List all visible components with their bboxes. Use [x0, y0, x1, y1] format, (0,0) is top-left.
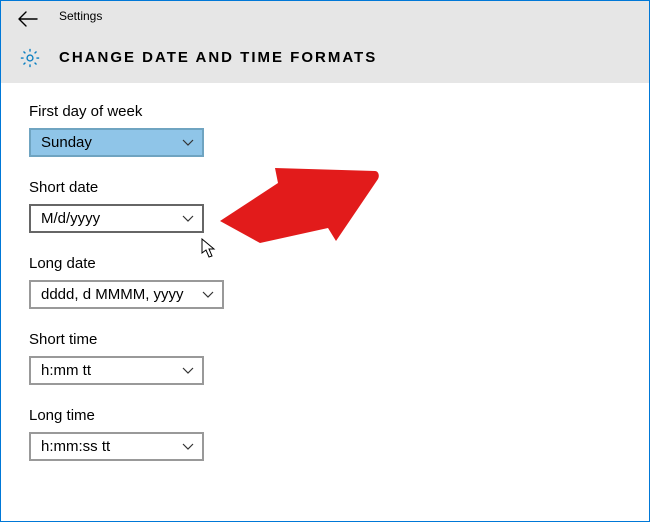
long-time-label: Long time	[29, 407, 649, 424]
long-date-dropdown[interactable]: dddd, d MMMM, yyyy	[29, 280, 224, 309]
dropdown-value: h:mm:ss tt	[41, 438, 174, 455]
settings-window: Settings CHANGE DATE AND TIME FORMATS Fi…	[0, 0, 650, 522]
page-title: CHANGE DATE AND TIME FORMATS	[59, 49, 377, 66]
back-button[interactable]	[17, 10, 39, 28]
long-date-label: Long date	[29, 255, 649, 272]
long-time-group: Long time h:mm:ss tt	[29, 407, 649, 461]
dropdown-value: Sunday	[41, 134, 174, 151]
chevron-down-icon	[182, 367, 194, 375]
dropdown-value: h:mm tt	[41, 362, 174, 379]
dropdown-value: dddd, d MMMM, yyyy	[41, 286, 194, 303]
short-date-group: Short date M/d/yyyy	[29, 179, 649, 233]
chevron-down-icon	[202, 291, 214, 299]
long-time-dropdown[interactable]: h:mm:ss tt	[29, 432, 204, 461]
content: First day of week Sunday Short date M/d/…	[1, 83, 649, 461]
first-day-of-week-group: First day of week Sunday	[29, 103, 649, 157]
first-day-of-week-dropdown[interactable]: Sunday	[29, 128, 204, 157]
short-time-group: Short time h:mm tt	[29, 331, 649, 385]
window-title: Settings	[59, 9, 102, 23]
short-time-label: Short time	[29, 331, 649, 348]
gear-icon	[19, 47, 41, 69]
first-day-of-week-label: First day of week	[29, 103, 649, 120]
long-date-group: Long date dddd, d MMMM, yyyy	[29, 255, 649, 309]
chevron-down-icon	[182, 443, 194, 451]
dropdown-value: M/d/yyyy	[41, 210, 174, 227]
short-date-dropdown[interactable]: M/d/yyyy	[29, 204, 204, 233]
short-date-label: Short date	[29, 179, 649, 196]
chevron-down-icon	[182, 139, 194, 147]
chevron-down-icon	[182, 215, 194, 223]
short-time-dropdown[interactable]: h:mm tt	[29, 356, 204, 385]
header: Settings CHANGE DATE AND TIME FORMATS	[1, 1, 649, 83]
